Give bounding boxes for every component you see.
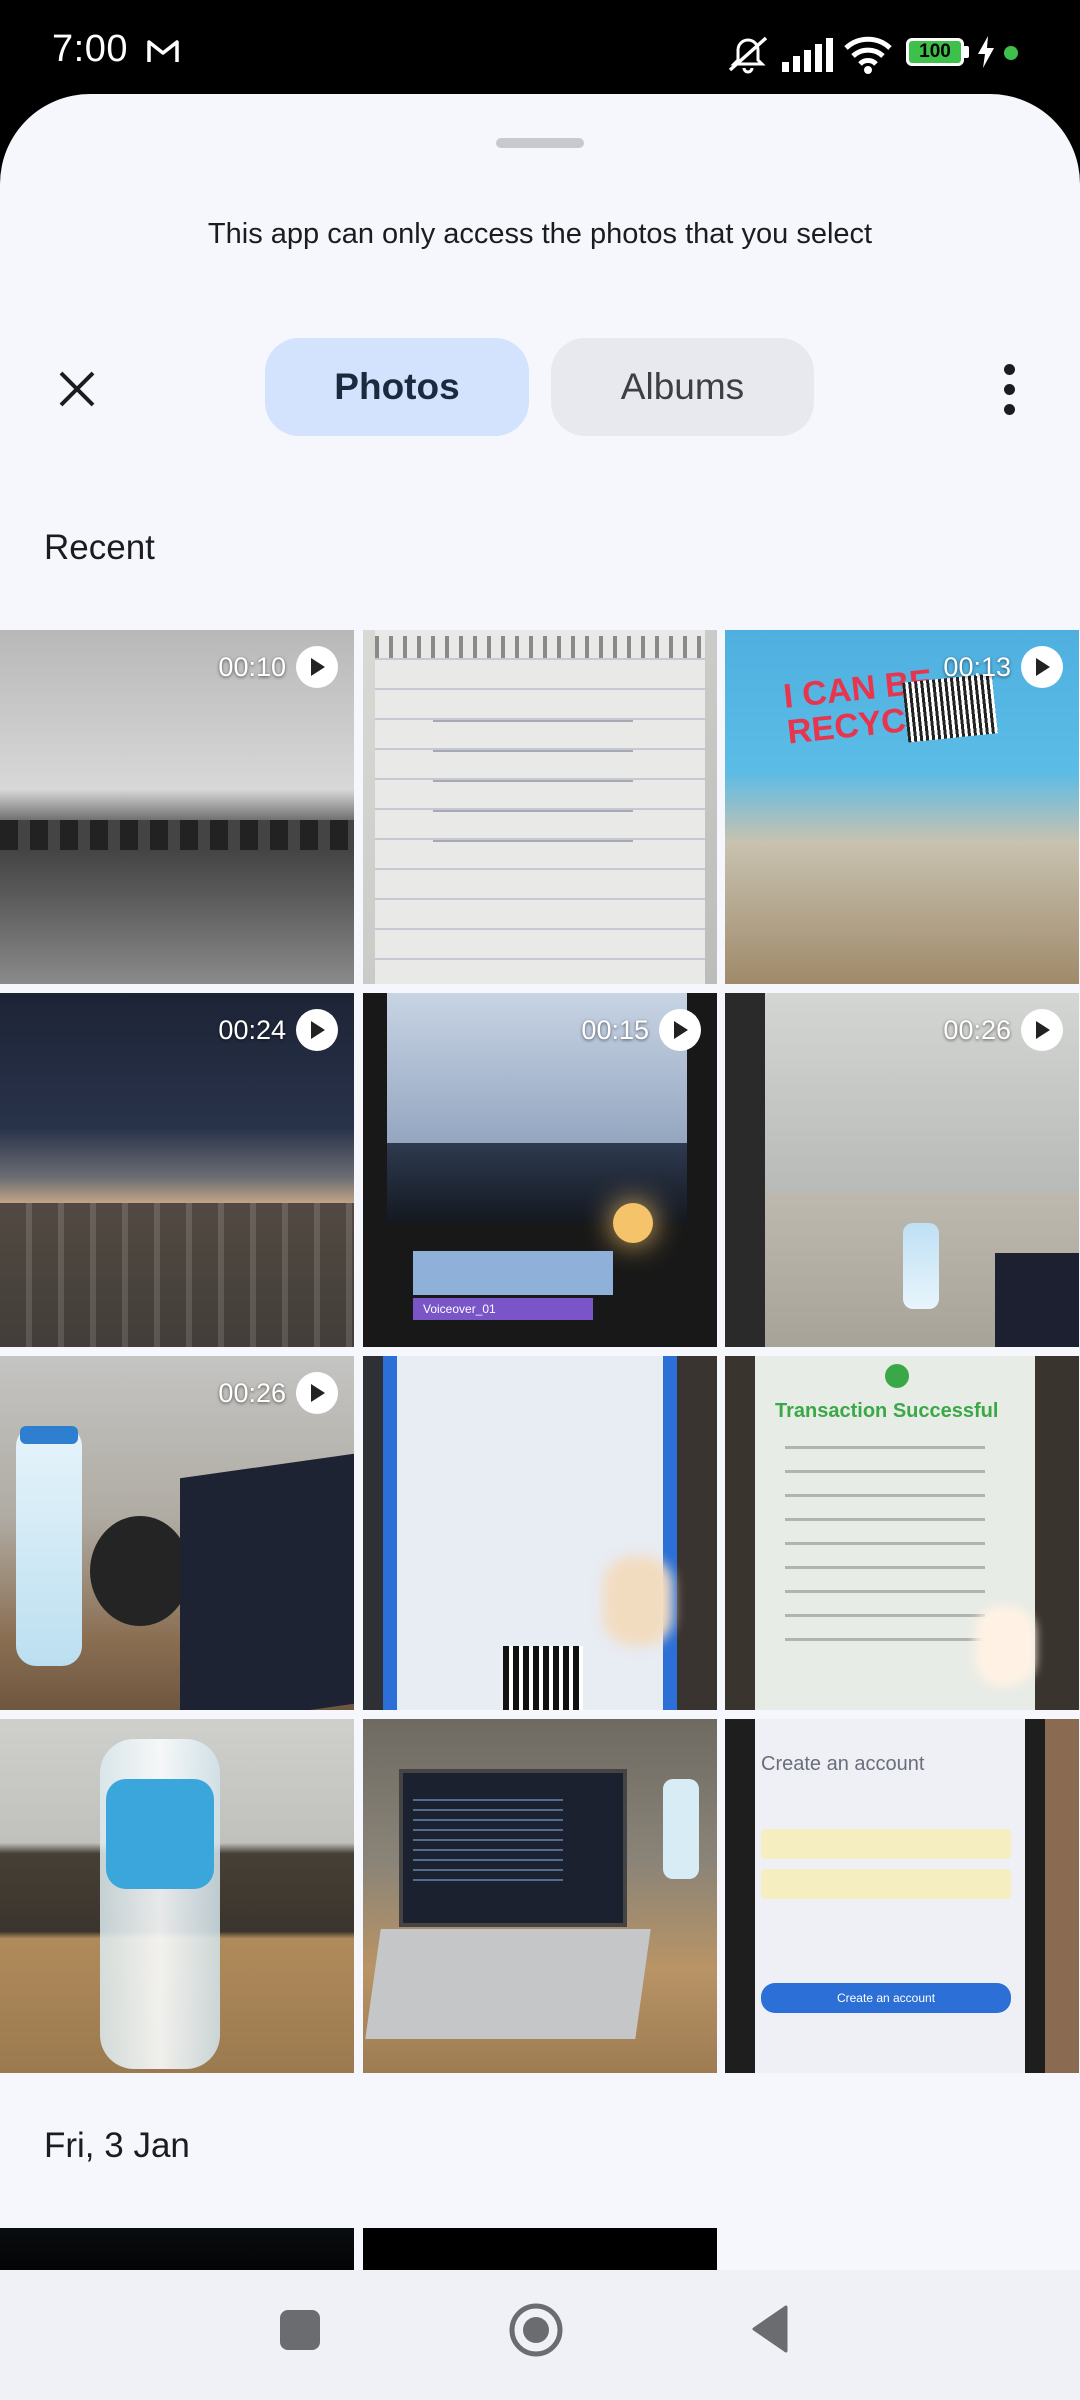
video-duration: 00:26 <box>943 1014 1011 1045</box>
wifi-icon <box>844 36 892 74</box>
photo-picker-sheet: This app can only access the photos that… <box>0 94 1080 2400</box>
close-icon <box>59 371 95 407</box>
status-dot <box>1004 46 1018 60</box>
tab-albums[interactable]: Albums <box>551 338 814 436</box>
more-options-button[interactable] <box>992 354 1026 424</box>
recents-square-icon[interactable] <box>280 2310 320 2350</box>
section-title-recent: Recent <box>44 528 155 567</box>
create-account-text: Create an account <box>761 1753 925 1775</box>
charging-icon <box>978 36 994 68</box>
create-account-btn-text: Create an account <box>761 1983 1011 2013</box>
battery-level: 100 <box>919 41 951 62</box>
video-duration: 00:24 <box>218 1014 286 1045</box>
media-tile-photo[interactable] <box>0 1719 354 2073</box>
media-tile-photo[interactable]: Transaction Successful <box>725 1356 1079 1710</box>
media-tile-video[interactable]: 00:24 <box>0 993 354 1347</box>
video-duration: 00:13 <box>943 651 1011 682</box>
media-tile-photo[interactable]: Create an account Create an account <box>725 1719 1079 2073</box>
access-notice: This app can only access the photos that… <box>207 218 873 250</box>
video-duration: 00:10 <box>218 651 286 682</box>
media-tile-video[interactable]: Voiceover_01 00:15 <box>363 993 717 1347</box>
more-vertical-icon <box>1003 363 1015 375</box>
home-circle-icon[interactable] <box>508 2302 564 2358</box>
signal-icon <box>782 38 833 72</box>
drag-handle[interactable] <box>496 138 584 148</box>
play-icon <box>296 1372 338 1414</box>
battery-icon: 100 <box>906 38 964 66</box>
play-icon <box>659 1009 701 1051</box>
play-icon <box>1021 646 1063 688</box>
media-tile-video[interactable]: 00:10 <box>0 630 354 984</box>
status-time: 7:00 <box>52 28 128 70</box>
transaction-text: Transaction Successful <box>775 1400 999 1422</box>
close-button[interactable] <box>42 354 112 424</box>
media-tile-photo[interactable] <box>363 1356 717 1710</box>
play-icon <box>296 646 338 688</box>
recent-grid: 00:10 I CAN BE RECYCLED 00:13 00:24 Voice… <box>0 630 1080 2076</box>
media-tile-video[interactable]: I CAN BE RECYCLED 00:13 <box>725 630 1079 984</box>
media-tile-video[interactable]: 00:26 <box>725 993 1079 1347</box>
gmail-icon <box>147 40 179 62</box>
play-icon <box>1021 1009 1063 1051</box>
media-tile-photo[interactable] <box>363 1719 717 2073</box>
play-icon <box>296 1009 338 1051</box>
voiceover-label: Voiceover_01 <box>423 1302 496 1316</box>
video-duration: 00:26 <box>218 1377 286 1408</box>
mute-icon <box>728 36 768 74</box>
tab-photos[interactable]: Photos <box>265 338 529 436</box>
media-tile-photo[interactable] <box>363 630 717 984</box>
section-title-date: Fri, 3 Jan <box>44 2126 190 2165</box>
navigation-bar <box>0 2270 1080 2400</box>
video-duration: 00:15 <box>581 1014 649 1045</box>
status-bar: 7:00 100 <box>0 0 1080 100</box>
media-tile-video[interactable]: 00:26 <box>0 1356 354 1710</box>
back-triangle-icon[interactable] <box>750 2304 790 2354</box>
